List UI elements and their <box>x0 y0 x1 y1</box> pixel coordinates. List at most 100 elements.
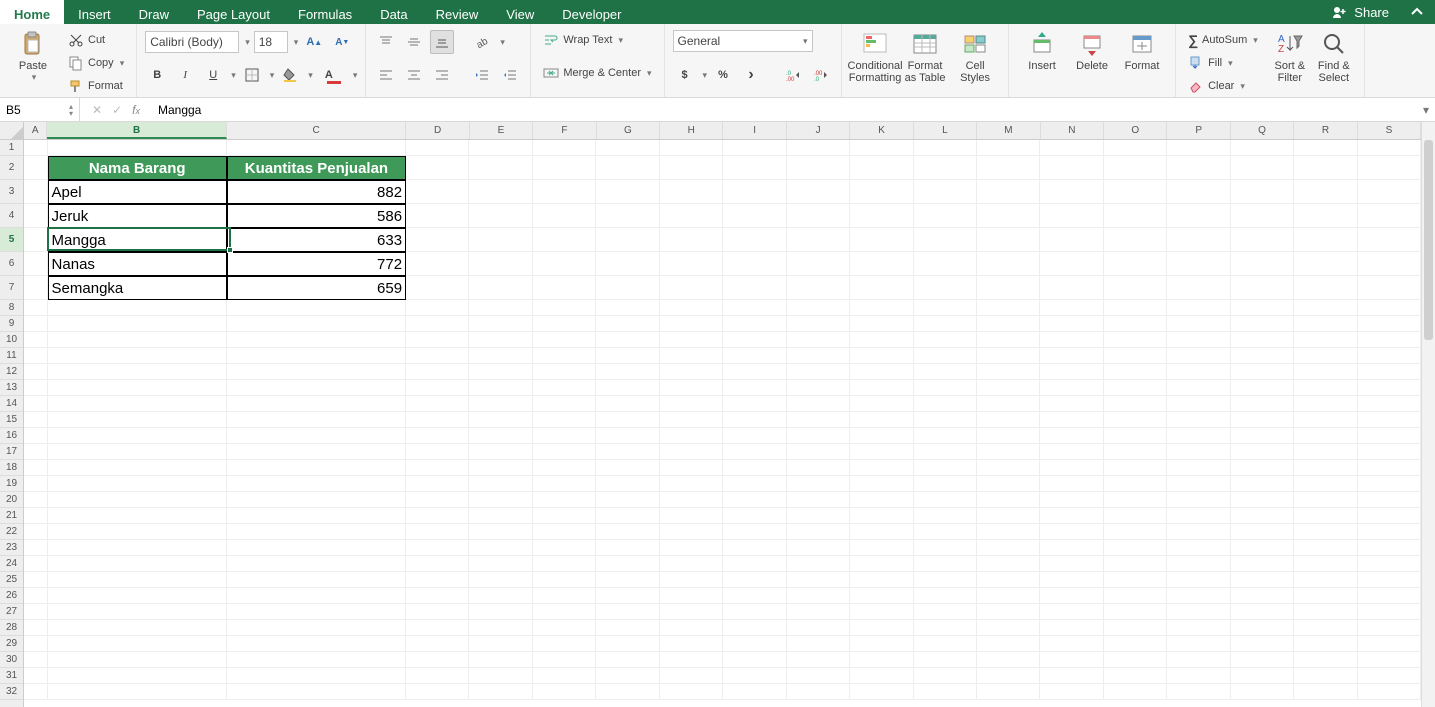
column-header-C[interactable]: C <box>227 122 406 139</box>
cell-G20[interactable] <box>596 492 659 508</box>
cell-D20[interactable] <box>406 492 469 508</box>
cell-S28[interactable] <box>1358 620 1421 636</box>
cell-R6[interactable] <box>1294 252 1357 276</box>
cell-J26[interactable] <box>787 588 850 604</box>
cell-G7[interactable] <box>596 276 659 300</box>
cell-D14[interactable] <box>406 396 469 412</box>
cell-M18[interactable] <box>977 460 1040 476</box>
cell-H5[interactable] <box>660 228 723 252</box>
align-middle-button[interactable] <box>402 30 426 54</box>
cell-N31[interactable] <box>1040 668 1103 684</box>
cell-G13[interactable] <box>596 380 659 396</box>
chevron-down-icon[interactable]: ▾ <box>500 37 505 48</box>
cell-P24[interactable] <box>1167 556 1230 572</box>
cell-B7[interactable]: Semangka <box>48 276 227 300</box>
italic-button[interactable]: I <box>173 63 197 87</box>
cell-D2[interactable] <box>406 156 469 180</box>
cell-A20[interactable] <box>24 492 48 508</box>
cell-N7[interactable] <box>1040 276 1103 300</box>
cell-G1[interactable] <box>596 140 659 156</box>
bold-button[interactable]: B <box>145 63 169 87</box>
cell-I6[interactable] <box>723 252 786 276</box>
cell-I29[interactable] <box>723 636 786 652</box>
column-header-P[interactable]: P <box>1167 122 1230 139</box>
tab-formulas[interactable]: Formulas <box>284 0 366 24</box>
cell-F26[interactable] <box>533 588 596 604</box>
cell-S13[interactable] <box>1358 380 1421 396</box>
cell-G26[interactable] <box>596 588 659 604</box>
cell-C14[interactable] <box>227 396 406 412</box>
cell-F6[interactable] <box>533 252 596 276</box>
cell-G27[interactable] <box>596 604 659 620</box>
column-header-F[interactable]: F <box>533 122 596 139</box>
font-name-select[interactable]: Calibri (Body) <box>145 31 239 53</box>
chevron-down-icon[interactable]: ▾ <box>703 70 708 81</box>
cell-S7[interactable] <box>1358 276 1421 300</box>
cell-M1[interactable] <box>977 140 1040 156</box>
cell-C3[interactable]: 882 <box>227 180 406 204</box>
cell-R25[interactable] <box>1294 572 1357 588</box>
cell-H1[interactable] <box>660 140 723 156</box>
cell-D21[interactable] <box>406 508 469 524</box>
cell-E27[interactable] <box>469 604 532 620</box>
paste-button[interactable]: Paste ▾ <box>8 28 58 83</box>
cell-H29[interactable] <box>660 636 723 652</box>
cell-F15[interactable] <box>533 412 596 428</box>
cell-C4[interactable]: 586 <box>227 204 406 228</box>
collapse-ribbon-button[interactable] <box>1399 0 1435 24</box>
row-header-11[interactable]: 11 <box>0 348 23 364</box>
cell-M29[interactable] <box>977 636 1040 652</box>
cell-P3[interactable] <box>1167 180 1230 204</box>
cell-C18[interactable] <box>227 460 406 476</box>
cell-I2[interactable] <box>723 156 786 180</box>
cell-A30[interactable] <box>24 652 48 668</box>
cell-H21[interactable] <box>660 508 723 524</box>
cell-R15[interactable] <box>1294 412 1357 428</box>
cell-D31[interactable] <box>406 668 469 684</box>
cell-D6[interactable] <box>406 252 469 276</box>
cell-I30[interactable] <box>723 652 786 668</box>
cell-G28[interactable] <box>596 620 659 636</box>
cell-F29[interactable] <box>533 636 596 652</box>
cell-F19[interactable] <box>533 476 596 492</box>
cell-M14[interactable] <box>977 396 1040 412</box>
cell-R4[interactable] <box>1294 204 1357 228</box>
merge-center-button[interactable]: Merge & Center ▾ <box>539 63 655 83</box>
cell-Q20[interactable] <box>1231 492 1294 508</box>
cell-A13[interactable] <box>24 380 48 396</box>
cell-P18[interactable] <box>1167 460 1230 476</box>
cell-S24[interactable] <box>1358 556 1421 572</box>
cell-K30[interactable] <box>850 652 913 668</box>
cell-A1[interactable] <box>24 140 48 156</box>
cell-P23[interactable] <box>1167 540 1230 556</box>
column-header-G[interactable]: G <box>597 122 660 139</box>
cell-Q28[interactable] <box>1231 620 1294 636</box>
cell-F9[interactable] <box>533 316 596 332</box>
cell-C11[interactable] <box>227 348 406 364</box>
currency-button[interactable]: $ <box>673 63 697 87</box>
align-center-button[interactable] <box>402 63 426 87</box>
cell-I21[interactable] <box>723 508 786 524</box>
cell-A5[interactable] <box>24 228 48 252</box>
tab-page-layout[interactable]: Page Layout <box>183 0 284 24</box>
cell-C23[interactable] <box>227 540 406 556</box>
cell-M26[interactable] <box>977 588 1040 604</box>
cell-C25[interactable] <box>227 572 406 588</box>
cell-O14[interactable] <box>1104 396 1167 412</box>
cell-A21[interactable] <box>24 508 48 524</box>
cell-A24[interactable] <box>24 556 48 572</box>
cell-C27[interactable] <box>227 604 406 620</box>
cell-P11[interactable] <box>1167 348 1230 364</box>
cell-C13[interactable] <box>227 380 406 396</box>
cell-O1[interactable] <box>1104 140 1167 156</box>
row-header-10[interactable]: 10 <box>0 332 23 348</box>
cell-J10[interactable] <box>787 332 850 348</box>
cell-R10[interactable] <box>1294 332 1357 348</box>
cell-O13[interactable] <box>1104 380 1167 396</box>
cell-I8[interactable] <box>723 300 786 316</box>
cell-M22[interactable] <box>977 524 1040 540</box>
cell-M30[interactable] <box>977 652 1040 668</box>
cell-S25[interactable] <box>1358 572 1421 588</box>
cell-Q30[interactable] <box>1231 652 1294 668</box>
cell-A19[interactable] <box>24 476 48 492</box>
